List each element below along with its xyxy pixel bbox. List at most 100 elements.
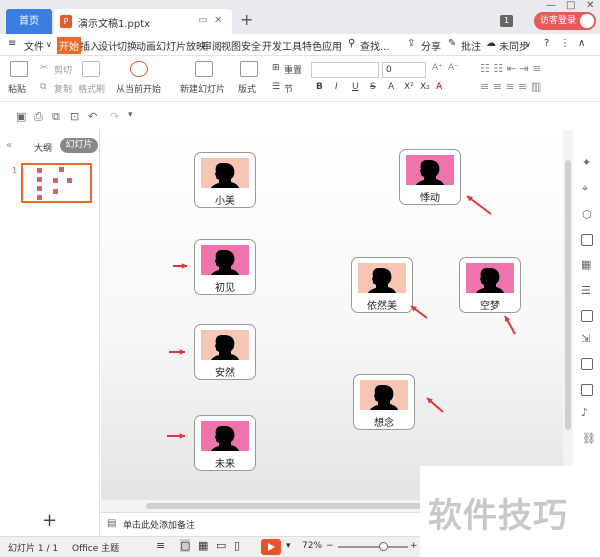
profile-card[interactable]: 想念: [353, 374, 415, 430]
font-color-button[interactable]: A: [436, 82, 442, 92]
grow-font-icon[interactable]: A⁺: [432, 63, 443, 73]
help-icon[interactable]: ?: [544, 38, 549, 49]
copy-button[interactable]: 复制: [54, 82, 72, 95]
slideshow-play-button[interactable]: [261, 539, 281, 555]
export-doc-icon[interactable]: ⇲: [581, 332, 590, 345]
notes-toggle-icon[interactable]: ≡: [156, 539, 165, 552]
tab-outline[interactable]: 大纲: [34, 141, 52, 154]
zoom-out-icon[interactable]: −: [326, 541, 334, 551]
play-chevron-icon[interactable]: ▾: [286, 541, 291, 551]
add-slide-icon[interactable]: +: [42, 510, 57, 531]
new-slide-button[interactable]: 新建幻灯片: [180, 82, 225, 95]
visitor-login-button[interactable]: 访客登录: [534, 12, 596, 30]
profile-card[interactable]: 悸动: [399, 149, 461, 205]
audio-icon[interactable]: ♪: [581, 406, 588, 419]
menu-developer[interactable]: 开发工具: [262, 38, 302, 53]
menu-animation[interactable]: 动画: [136, 38, 156, 53]
more-icon[interactable]: ⋮: [560, 38, 570, 49]
save-icon[interactable]: ▣: [16, 110, 26, 123]
reset-icon[interactable]: ⊞: [272, 63, 280, 73]
underline-button[interactable]: U: [352, 82, 359, 92]
font-family-select[interactable]: [311, 62, 379, 78]
profile-card[interactable]: 依然美: [351, 257, 413, 313]
strikethrough-button[interactable]: S: [370, 82, 376, 92]
document-tab[interactable]: P 演示文稿1.pptx ▭ ✕: [54, 9, 232, 34]
minimize-icon[interactable]: —: [546, 0, 556, 11]
play-icon[interactable]: [130, 61, 148, 77]
from-current-button[interactable]: 从当前开始: [116, 82, 161, 95]
shadow-button[interactable]: A: [388, 82, 394, 92]
cut-button[interactable]: 剪切: [54, 63, 72, 76]
align-icon[interactable]: ≡ ≡ ≡ ≡ ▥: [480, 80, 541, 93]
shrink-font-icon[interactable]: A⁻: [448, 63, 459, 73]
section-button[interactable]: 节: [284, 82, 293, 95]
notes-pane[interactable]: ▤ 单击此处添加备注: [101, 512, 421, 534]
menu-file[interactable]: 文件: [24, 38, 44, 53]
font-size-select[interactable]: 0: [382, 62, 426, 78]
customize-icon[interactable]: ▾: [128, 110, 133, 120]
superscript-button[interactable]: X²: [404, 82, 414, 92]
export-icon[interactable]: ⧉: [52, 110, 60, 124]
new-slide-icon[interactable]: [195, 61, 213, 77]
normal-view-icon[interactable]: ▢: [180, 539, 191, 552]
cloud-icon[interactable]: ☁: [486, 38, 496, 49]
profile-card[interactable]: 安然: [194, 324, 256, 380]
format-painter-icon[interactable]: [82, 61, 100, 77]
window-count-badge[interactable]: 1: [500, 15, 513, 27]
share-button[interactable]: 分享: [421, 38, 441, 53]
print-icon[interactable]: ⎙: [34, 110, 43, 124]
cut-icon[interactable]: ✂: [40, 63, 48, 73]
section-icon[interactable]: ☰: [272, 82, 280, 92]
zoom-level[interactable]: 72%: [302, 541, 322, 551]
menu-transition[interactable]: 切换: [117, 38, 137, 53]
reading-view-icon[interactable]: ▭: [216, 539, 226, 552]
close-tab-icon[interactable]: ✕: [214, 15, 222, 26]
tab-slides[interactable]: 幻灯片: [60, 138, 98, 153]
maximize-icon[interactable]: □: [566, 0, 575, 11]
new-tab-icon[interactable]: +: [240, 10, 253, 29]
book-view-icon[interactable]: ▯: [234, 539, 240, 552]
preview-icon[interactable]: ⊡: [70, 110, 79, 123]
chevron-down-icon[interactable]: ∨: [46, 40, 52, 49]
slide-thumbnail[interactable]: [21, 163, 92, 203]
home-tab[interactable]: 首页: [6, 9, 52, 34]
notes-placeholder[interactable]: 单击此处添加备注: [123, 518, 195, 531]
collapse-ribbon-icon[interactable]: ∧: [578, 38, 585, 49]
search-label[interactable]: 查找...: [360, 38, 390, 53]
scroll-thumb[interactable]: [565, 160, 571, 430]
comment-icon[interactable]: ✎: [448, 38, 456, 49]
image-icon[interactable]: [581, 234, 593, 246]
copy-icon[interactable]: ⧉: [40, 82, 46, 92]
menu-security[interactable]: 安全: [241, 38, 261, 53]
link-icon[interactable]: ⛓: [582, 432, 596, 445]
profile-card[interactable]: 小美: [194, 152, 256, 208]
sync-chevron-icon[interactable]: ∨: [525, 40, 531, 49]
comment-button[interactable]: 批注: [461, 38, 481, 53]
magic-icon[interactable]: ✦: [582, 156, 591, 169]
picture-icon[interactable]: [581, 384, 593, 396]
menu-home[interactable]: 开始: [57, 37, 81, 54]
grid-icon[interactable]: ▦: [581, 258, 591, 271]
monitor-icon[interactable]: ▭: [198, 15, 207, 26]
layout-button[interactable]: 版式: [238, 82, 256, 95]
menu-slideshow[interactable]: 幻灯片放映: [156, 38, 206, 53]
theme-name[interactable]: Office 主题: [72, 541, 119, 554]
profile-card[interactable]: 空梦: [459, 257, 521, 313]
horizontal-scroll-thumb[interactable]: [146, 503, 446, 509]
menu-view[interactable]: 视图: [221, 38, 241, 53]
profile-card[interactable]: 未来: [194, 415, 256, 471]
profile-card[interactable]: 初见: [194, 239, 256, 295]
zoom-knob[interactable]: [379, 542, 388, 551]
reset-button[interactable]: 重置: [284, 63, 302, 76]
vertical-scrollbar[interactable]: [563, 130, 573, 466]
zoom-slider[interactable]: [338, 546, 408, 548]
paste-button[interactable]: 粘贴: [8, 82, 26, 95]
bullet-list-icon[interactable]: ☷ ☷ ⇤ ⇥ ≡: [480, 62, 541, 75]
format-painter-button[interactable]: 格式刷: [78, 82, 105, 95]
cursor-icon[interactable]: ⌖: [582, 182, 588, 196]
menu-features[interactable]: 特色应用: [302, 38, 342, 53]
menu-design[interactable]: 设计: [98, 38, 118, 53]
shapes-icon[interactable]: ⬡: [582, 208, 592, 221]
chart-icon[interactable]: [581, 310, 593, 322]
menu-review[interactable]: 审阅: [202, 38, 222, 53]
